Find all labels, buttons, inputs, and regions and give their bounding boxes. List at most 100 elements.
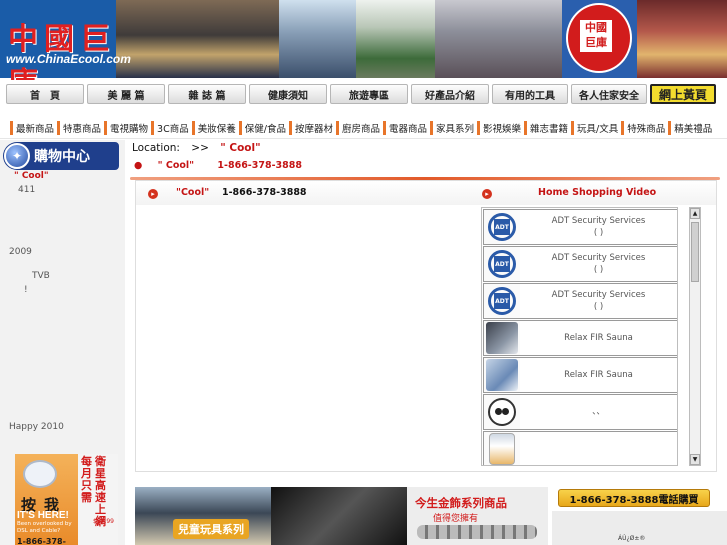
- breadcrumb-current[interactable]: " Cool": [220, 142, 260, 154]
- video-item[interactable]: Relax FIR Sauna: [483, 320, 677, 356]
- video-thumbnail: ADT: [484, 210, 520, 244]
- breadcrumb-arrow: >>: [191, 142, 209, 154]
- video-thumbnail: [484, 395, 520, 429]
- video-subtitle: ( ): [593, 302, 604, 312]
- ad-headline: IT'S HERE!: [17, 510, 69, 521]
- nav-products[interactable]: 好產品介紹: [411, 84, 489, 104]
- ad-price: $59.99: [93, 518, 114, 525]
- jewelry-photo-banner[interactable]: [271, 487, 407, 545]
- nav-travel[interactable]: 旅遊專區: [330, 84, 408, 104]
- content-panel: ▸ "Cool" 1-866-378-3888 ▸ Home Shopping …: [135, 180, 717, 472]
- category-link[interactable]: 特惠商品: [57, 120, 103, 135]
- category-link[interactable]: 影視娛樂: [477, 120, 523, 135]
- play-circle-icon: ▸: [148, 189, 158, 199]
- video-thumbnail: ADT: [484, 247, 520, 281]
- video-thumbnail: ADT: [484, 284, 520, 318]
- nav-magazine[interactable]: 雜 誌 篇: [168, 84, 246, 104]
- category-link[interactable]: 3C商品: [151, 120, 191, 135]
- store-phone: 1-866-378-3888: [217, 160, 302, 171]
- nav-yellow-pages[interactable]: 網上黃頁: [650, 84, 716, 104]
- satellite-internet-ad[interactable]: 按我 IT'S HERE! Been overlooked by DSL and…: [15, 454, 118, 545]
- nav-health[interactable]: 健康須知: [249, 84, 327, 104]
- category-link[interactable]: 按摩器材: [288, 120, 335, 135]
- chain-icon: [417, 525, 537, 539]
- adt-logo-icon: ADT: [488, 250, 516, 278]
- video-caption: ADT Security Services ( ): [520, 252, 677, 276]
- video-caption: Relax FIR Sauna: [520, 369, 677, 381]
- adt-logo-icon: ADT: [488, 213, 516, 241]
- video-title: 、、: [592, 407, 605, 417]
- category-bar: 最新商品 特惠商品 電視購物 3C商品 美妝保養 保健/食品 按摩器材 廚房商品…: [0, 117, 727, 139]
- video-thumbnail: [484, 321, 520, 355]
- banner-photo-store: [637, 0, 727, 78]
- video-caption: ADT Security Services ( ): [520, 289, 677, 313]
- video-item[interactable]: Relax FIR Sauna: [483, 357, 677, 393]
- video-title: ADT Security Services: [551, 216, 646, 226]
- shopping-globe-icon: ✦: [4, 143, 30, 169]
- video-item[interactable]: ADT ADT Security Services ( ): [483, 246, 677, 282]
- store-name: " Cool": [157, 160, 195, 171]
- video-title: Relax FIR Sauna: [564, 333, 633, 343]
- banner-photo-expo: [116, 0, 279, 78]
- video-item[interactable]: [483, 431, 677, 465]
- sidebar-text-411: 411: [18, 185, 36, 195]
- phone-order-banner: 1-866-378-3888電話購買 ÁÙ¿Ø±®: [552, 487, 727, 545]
- sidebar-text-2009: 2009: [9, 247, 32, 257]
- sauna-icon: [486, 322, 518, 354]
- category-link[interactable]: 電器商品: [382, 120, 429, 135]
- site-logo[interactable]: 中國巨庫 www.ChinaEcool.com: [0, 0, 131, 101]
- seal-text: 中國巨庫: [580, 20, 612, 52]
- nav-home-security[interactable]: 各人住家安全: [571, 84, 647, 104]
- category-link[interactable]: 雜志書籍: [524, 120, 570, 135]
- gold-banner-title: 今生金飾系列商品: [415, 496, 507, 510]
- category-link[interactable]: 精美禮品: [668, 120, 714, 135]
- video-caption: ADT Security Services ( ): [520, 215, 677, 239]
- scroll-down-arrow-icon[interactable]: ▼: [690, 454, 700, 465]
- nav-tools[interactable]: 有用的工具: [492, 84, 568, 104]
- category-link[interactable]: 保健/食品: [238, 120, 288, 135]
- category-link[interactable]: 家具系列: [430, 120, 476, 135]
- video-list[interactable]: ADT ADT Security Services ( ) ADT ADT Se…: [481, 207, 678, 466]
- sidebar-text-happy: Happy 2010: [9, 422, 64, 432]
- breadcrumb: Location: >> " Cool": [132, 142, 261, 154]
- shopping-center-header[interactable]: ✦ 購物中心: [3, 142, 119, 170]
- category-link[interactable]: 廚房商品: [335, 120, 382, 135]
- banner-photo-tower: [279, 0, 356, 78]
- phone-order-tiny-text: ÁÙ¿Ø±®: [618, 535, 646, 542]
- ad-note: Been overlooked by DSL and Cable?: [17, 521, 72, 534]
- satellite-dish-icon: [23, 460, 57, 488]
- logo-url-text: www.ChinaEcool.com: [6, 52, 131, 66]
- breadcrumb-label: Location:: [132, 142, 180, 154]
- scroll-thumb[interactable]: [691, 222, 699, 282]
- video-item[interactable]: ADT ADT Security Services ( ): [483, 283, 677, 319]
- category-link[interactable]: 特殊商品: [621, 120, 667, 135]
- category-link[interactable]: 最新商品: [10, 120, 56, 135]
- banner-photo-hall: [435, 0, 562, 78]
- scroll-up-arrow-icon[interactable]: ▲: [690, 208, 700, 219]
- gold-banner-subtitle: 值得您擁有: [433, 514, 479, 524]
- nav-home[interactable]: 首 頁: [6, 84, 84, 104]
- video-subtitle: ( ): [593, 228, 604, 238]
- nav-beauty[interactable]: 美 麗 篇: [87, 84, 165, 104]
- video-thumbnail: [484, 358, 520, 392]
- video-list-scrollbar[interactable]: ▲ ▼: [689, 207, 701, 466]
- home-shopping-video-title: Home Shopping Video: [538, 187, 657, 198]
- video-title: Relax FIR Sauna: [564, 370, 633, 380]
- adt-logo-icon: ADT: [488, 287, 516, 315]
- phone-order-button[interactable]: 1-866-378-3888電話購買: [558, 489, 710, 507]
- video-caption: 、、: [520, 406, 677, 418]
- category-link[interactable]: 美妝保養: [191, 120, 238, 135]
- video-item[interactable]: 、、: [483, 394, 677, 430]
- gold-jewelry-banner[interactable]: 今生金飾系列商品 值得您擁有: [407, 487, 548, 545]
- category-link[interactable]: 電視購物: [104, 120, 150, 135]
- panel-header: ▸ "Cool" 1-866-378-3888 ▸ Home Shopping …: [136, 181, 716, 205]
- category-link[interactable]: 玩具/文具: [571, 120, 620, 135]
- toys-banner-label: 兒童玩具系列: [173, 519, 249, 539]
- toys-banner[interactable]: 兒童玩具系列: [135, 487, 271, 545]
- sidebar-cool-link[interactable]: " Cool": [14, 171, 49, 181]
- video-item[interactable]: ADT ADT Security Services ( ): [483, 209, 677, 245]
- video-title: ADT Security Services: [551, 290, 646, 300]
- video-thumbnail: [484, 432, 520, 465]
- play-circle-icon: ▸: [482, 189, 492, 199]
- left-sidebar: ✦ 購物中心 " Cool" 411 2009 TVB ! Happy 2010…: [0, 140, 125, 545]
